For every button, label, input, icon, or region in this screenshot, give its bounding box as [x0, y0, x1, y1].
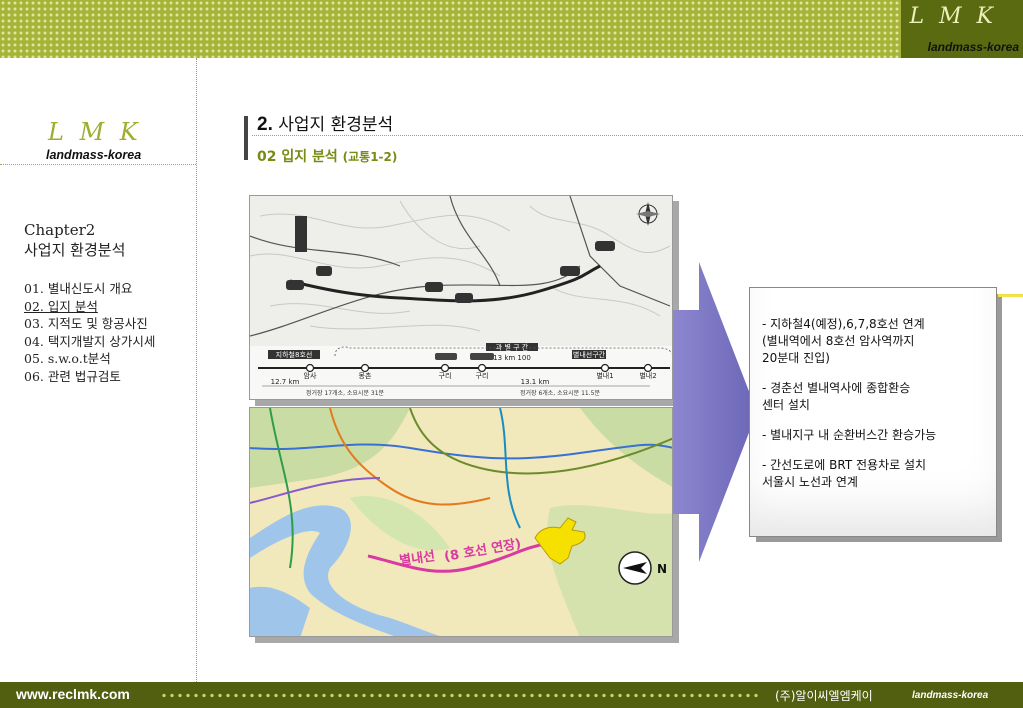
- station-label-guri-1: 구리: [439, 371, 452, 380]
- section-length-label: 13 km 100: [493, 354, 531, 362]
- top-logo-tagline: landmass-korea: [927, 40, 1019, 54]
- summary-item-bus: - 별내지구 내 순환버스간 환승가능: [762, 427, 986, 444]
- section-header-label: 과 별 구 간: [496, 343, 529, 352]
- distance-right-label: 13.1 km: [521, 378, 550, 386]
- station-label-guri-2: 구리: [476, 371, 489, 380]
- transport-summary-box: - 지하철4(예정),6,7,8호선 연계 (별내역에서 8호선 암사역까지 2…: [749, 287, 997, 537]
- summary-line: - 간선도로에 BRT 전용차로 설치: [762, 458, 927, 472]
- footer-dotted-rule: [160, 692, 760, 699]
- caption-right: 정거장 6개소, 소요시분 11.5분: [520, 389, 600, 397]
- top-logo-mark: L M K: [909, 4, 997, 29]
- toc-item-overview[interactable]: 01. 별내신도시 개요: [24, 280, 155, 298]
- toc-item-cadastral-map[interactable]: 03. 지적도 및 항공사진: [24, 315, 155, 333]
- subway-route-map-graphic: 지하철8호선 별내선구간 과 별 구 간 13 km 100 암사 몽촌 구리 …: [250, 196, 672, 399]
- summary-item-transfer-center: - 경춘선 별내역사에 종합환승 센터 설치: [762, 380, 986, 414]
- page-subtitle: 02 입지 분석 (교통1-2): [257, 146, 397, 166]
- toc-item-regulations[interactable]: 06. 관련 법규검토: [24, 368, 155, 386]
- distance-left-label: 12.7 km: [271, 378, 300, 386]
- top-logo: L M K landmass-korea: [901, 0, 1023, 58]
- compass-n-label: N: [657, 562, 667, 576]
- arrow-icon: [673, 262, 757, 562]
- table-of-contents: 01. 별내신도시 개요 02. 입지 분석 03. 지적도 및 항공사진 04…: [24, 280, 155, 385]
- page-subtitle-note: (교통1-2): [342, 150, 398, 164]
- caption-left: 정거장 17개소, 소요시분 31분: [306, 389, 385, 397]
- summary-item-subway: - 지하철4(예정),6,7,8호선 연계 (별내역에서 8호선 암사역까지 2…: [762, 316, 986, 367]
- page-subtitle-text: 입지 분석: [281, 149, 338, 165]
- left-section-label: 지하철8호선: [276, 350, 313, 359]
- station-label-amsa: 암사: [304, 371, 317, 380]
- page-title: 2. 사업지 환경분석: [257, 110, 393, 136]
- page-subtitle-number: 02: [257, 149, 277, 165]
- sidebar-logo-tagline: landmass-korea: [46, 148, 142, 162]
- summary-line: (별내역에서 8호선 암사역까지: [762, 334, 915, 348]
- summary-line: 센터 설치: [762, 398, 810, 412]
- sidebar-logo-divider: [0, 164, 196, 165]
- page-title-text: 사업지 환경분석: [278, 115, 394, 135]
- summary-line: 서울시 노선과 연계: [762, 475, 858, 489]
- page-title-number: 2.: [257, 114, 273, 135]
- footer-website-link[interactable]: www.reclmk.com: [16, 686, 130, 702]
- subway-route-map: 지하철8호선 별내선구간 과 별 구 간 13 km 100 암사 몽촌 구리 …: [249, 195, 673, 400]
- chapter-title: 사업지 환경분석: [24, 241, 126, 259]
- summary-item-brt: - 간선도로에 BRT 전용차로 설치 서울시 노선과 연계: [762, 457, 986, 491]
- toc-item-commercial-prices[interactable]: 04. 택지개발지 상가시세: [24, 333, 155, 351]
- top-banner: [0, 0, 1023, 58]
- right-section-label: 별내선구간: [573, 350, 606, 359]
- accent-mark: [998, 294, 1023, 297]
- transit-line-map: 별내선 (8 호선 연장) N: [249, 407, 673, 637]
- header-accent-bar: [244, 116, 248, 160]
- toc-item-location-analysis[interactable]: 02. 입지 분석: [24, 298, 155, 316]
- summary-line: 20분대 진입): [762, 351, 830, 365]
- footer-company-name: (주)알이씨엘엠케이: [775, 689, 873, 703]
- station-label-byeollae1: 별내1: [596, 371, 613, 380]
- summary-line: - 경춘선 별내역사에 종합환승: [762, 381, 911, 395]
- sidebar-divider: [196, 58, 197, 682]
- chapter-label: Chapter2: [24, 221, 96, 239]
- transit-line-map-graphic: 별내선 (8 호선 연장) N: [250, 408, 672, 636]
- footer-brand: landmass-korea: [912, 690, 989, 701]
- toc-item-swot[interactable]: 05. s.w.o.t분석: [24, 350, 155, 368]
- sidebar-logo-mark: L M K: [48, 118, 142, 146]
- summary-line: - 별내지구 내 순환버스간 환승가능: [762, 428, 937, 442]
- station-label-byeollae2: 별내2: [639, 371, 656, 380]
- station-label-mongchon: 몽촌: [359, 371, 372, 380]
- summary-line: - 지하철4(예정),6,7,8호선 연계: [762, 317, 925, 331]
